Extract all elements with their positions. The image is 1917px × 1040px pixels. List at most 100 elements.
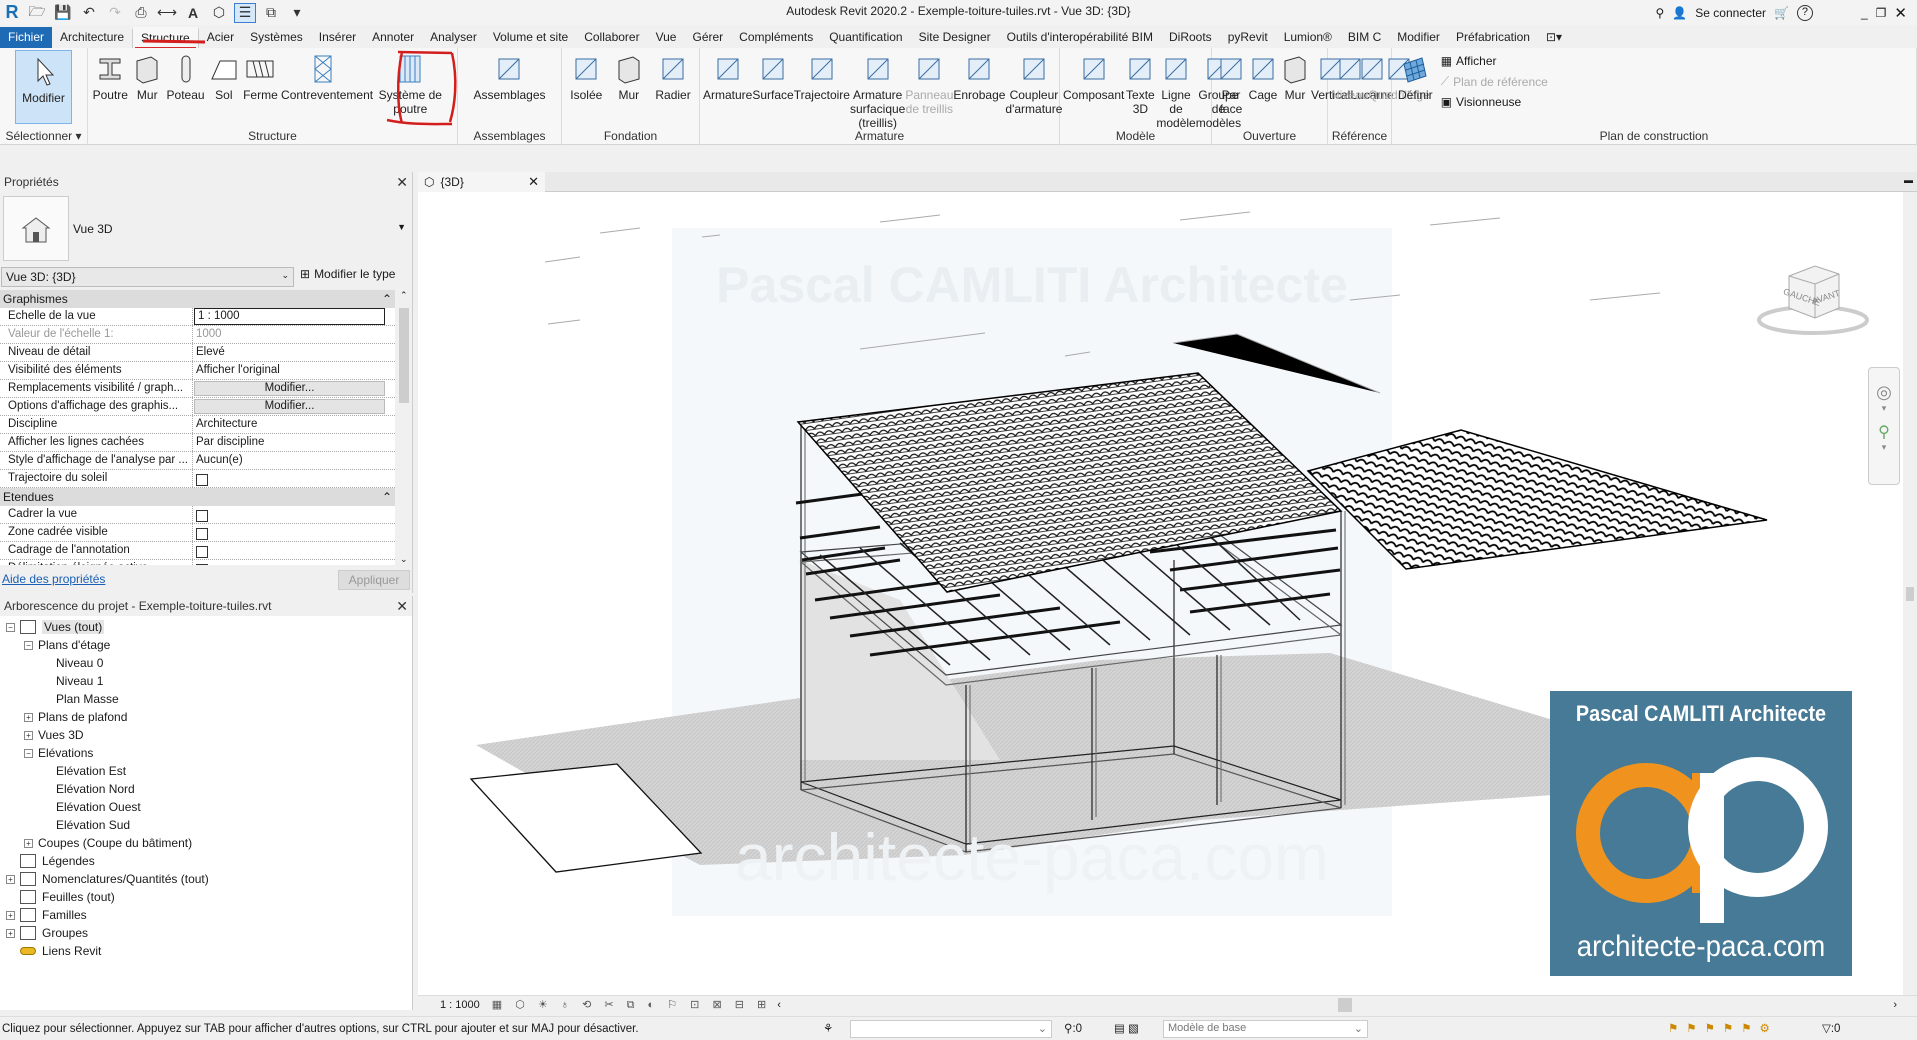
tab-architecture[interactable]: Architecture [52,27,132,48]
view-horizontal-scrollbar[interactable] [1338,998,1352,1012]
property-value[interactable]: Architecture [193,416,395,433]
browser-item[interactable]: Elévation Sud [56,816,130,834]
viewcube[interactable]: GAUCHE AVANT [1743,252,1883,342]
view-scale[interactable]: 1 : 1000 [440,999,480,1011]
tab-syst-mes[interactable]: Systèmes [242,27,311,48]
collapse-icon[interactable]: − [24,640,33,650]
tab-collaborer[interactable]: Collaborer [576,27,647,48]
browser-item[interactable]: Niveau 1 [56,672,103,690]
ribbon-minimize-toggle[interactable]: ⊡▾ [1538,27,1570,48]
browser-item[interactable]: Elévation Ouest [56,798,141,816]
browser-item[interactable]: Plan Masse [56,690,119,708]
expand-icon[interactable]: + [6,928,15,938]
expand-icon[interactable]: + [24,730,33,740]
tab-site-designer[interactable]: Site Designer [911,27,999,48]
modify-button[interactable]: Modifier [15,50,72,124]
selection-options-icons[interactable]: ⚑⚑⚑⚑⚑⚙ [1668,1021,1778,1035]
customize-toolbar-icon[interactable]: ▾ [286,3,308,23]
redo-icon[interactable]: ↷ [104,3,126,23]
tab-fichier[interactable]: Fichier [0,27,53,48]
save-icon[interactable]: 💾 [52,3,74,23]
property-value[interactable]: Par discipline [193,434,395,451]
browser-item[interactable]: + Groupes [6,924,88,942]
tab-pr-fabrication[interactable]: Préfabrication [1448,27,1538,48]
close-properties-button[interactable]: ✕ [396,174,408,191]
close-browser-button[interactable]: ✕ [396,598,408,615]
show-workplane-button[interactable]: ▦ Afficher [1441,54,1548,68]
browser-item[interactable]: + Vues 3D [24,726,84,744]
browser-item[interactable]: Légendes [6,852,95,870]
checkbox[interactable] [196,528,208,540]
panel-label[interactable]: Sélectionner ▾ [0,129,87,143]
minimize-button[interactable]: _ [1861,6,1868,20]
revit-logo-icon[interactable]: R [0,2,24,23]
browser-item[interactable]: − Plans d'étage [24,636,110,654]
open-icon[interactable]: 🗁 [26,3,48,23]
browser-item[interactable]: + Familles [6,906,87,924]
tab-lumion-[interactable]: Lumion® [1276,27,1340,48]
design-options-icon[interactable]: ▤ ▧ [1114,1021,1139,1035]
browser-item[interactable]: + Nomenclatures/Quantités (tout) [6,870,209,888]
tab-volume-et-site[interactable]: Volume et site [485,27,576,48]
browser-item[interactable]: Elévation Est [56,762,126,780]
browser-item[interactable]: Niveau 0 [56,654,103,672]
viewer-button[interactable]: ▣ Visionneuse [1441,95,1548,109]
print-icon[interactable]: ⎙ [130,3,152,23]
scale-input[interactable]: 1 : 1000 [194,308,385,325]
checkbox[interactable] [196,564,208,565]
checkbox[interactable] [196,510,208,522]
filter-icon[interactable]: ▽:0 [1822,1021,1840,1035]
browser-item[interactable]: Feuilles (tout) [6,888,115,906]
zoom-icon[interactable]: ⚲ [1869,422,1899,442]
type-preview[interactable] [3,196,69,261]
property-group[interactable]: Graphismes ⌃ [0,290,395,308]
checkbox[interactable] [196,546,208,558]
property-value[interactable]: Afficher l'original [193,362,395,379]
property-value[interactable]: Elevé [193,344,395,361]
browser-item[interactable]: + Plans de plafond [24,708,127,726]
tab-outils-d-interop-rabilit-bim[interactable]: Outils d'interopérabilité BIM [999,27,1161,48]
view-vertical-scrollbar[interactable] [1903,192,1917,995]
tab-acier[interactable]: Acier [199,27,242,48]
view-tab-3d[interactable]: ⬡ {3D} ✕ [418,172,545,192]
workset-dropdown[interactable]: ⌄ [850,1020,1052,1038]
help-button[interactable]: ? [1796,4,1813,21]
sign-in-button[interactable]: Se connecter [1695,6,1766,20]
scroll-right-icon[interactable]: › [1893,999,1897,1011]
apply-button[interactable]: Appliquer [338,570,410,590]
property-value[interactable]: Aucun(e) [193,452,395,469]
tab-pyrevit[interactable]: pyRevit [1220,27,1276,48]
edit-type-button[interactable]: ⊞ Modifier le type [300,267,395,281]
ref-plane-button[interactable]: ⟋ Plan de référence [1441,74,1548,89]
collapse-icon[interactable]: − [24,748,33,758]
browser-item[interactable]: Elévation Nord [56,780,135,798]
checkbox[interactable] [196,474,208,486]
properties-scrollbar[interactable]: ⌃ ⌄ [397,290,411,565]
steering-wheel-icon[interactable]: ◎ [1869,382,1899,403]
modify-button[interactable]: Modifier... [194,399,385,414]
measure-icon[interactable]: ⟷ [156,3,178,23]
tab-vue[interactable]: Vue [648,27,685,48]
browser-item[interactable]: Liens Revit [6,942,101,960]
type-dropdown-arrow[interactable]: ▼ [397,222,406,232]
tab-structure[interactable]: Structure [132,27,199,50]
tab-g-rer[interactable]: Gérer [684,27,731,48]
property-value[interactable]: 1000 [193,326,395,343]
tab-menu-icon[interactable]: ▬ [1904,175,1913,185]
tab-analyser[interactable]: Analyser [422,27,485,48]
cart-icon[interactable]: 🛒 [1774,6,1789,20]
tab-compl-ments[interactable]: Compléments [731,27,821,48]
expand-icon[interactable]: + [24,712,33,722]
tab-quantification[interactable]: Quantification [821,27,910,48]
browser-item[interactable]: − Elévations [24,744,93,762]
scroll-left-icon[interactable]: ‹ [777,999,781,1011]
design-option-dropdown[interactable]: Modèle de base ⌄ [1163,1020,1368,1038]
editable-only-icon[interactable]: ⚲:0 [1064,1021,1082,1035]
tab-diroots[interactable]: DiRoots [1161,27,1220,48]
switch-windows-icon[interactable]: ⧉ [260,3,282,23]
thin-lines-icon[interactable]: ☰ [234,2,256,23]
properties-help-link[interactable]: Aide des propriétés [2,572,105,586]
property-group[interactable]: Etendues ⌃ [0,488,395,506]
expand-icon[interactable]: + [6,910,15,920]
expand-icon[interactable]: + [24,838,33,848]
